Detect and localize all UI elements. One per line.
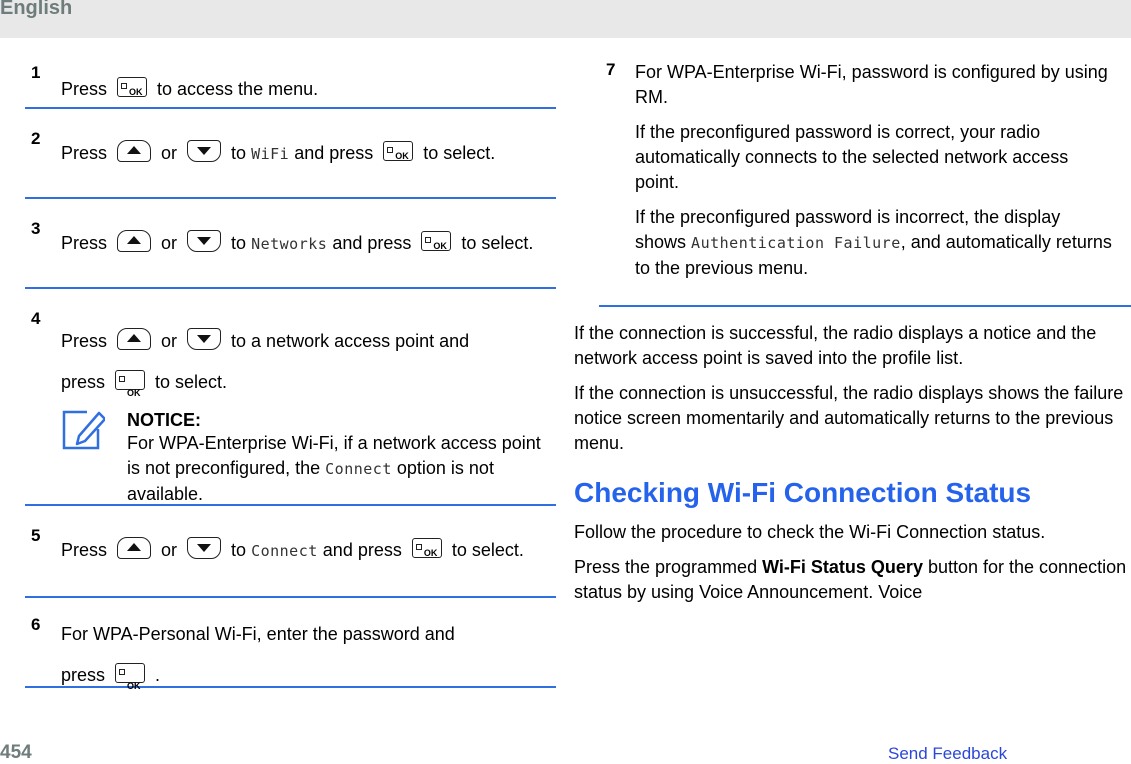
send-feedback-link[interactable]: Send Feedback (888, 744, 1007, 764)
step-number: 5 (31, 526, 41, 545)
step-text: to (231, 540, 247, 560)
step-number: 3 (31, 219, 41, 238)
step-text: to (231, 143, 247, 163)
menu-item-connect: Connect (325, 460, 392, 478)
down-arrow-key-icon (187, 140, 222, 163)
right-column: 7 For WPA-Enterprise Wi-Fi, password is … (574, 60, 1131, 615)
section-heading: Checking Wi-Fi Connection Status (574, 477, 1032, 508)
step-text: or (161, 331, 178, 351)
notice-pencil-icon (61, 409, 107, 456)
up-arrow-key-icon (117, 537, 152, 560)
step-text: to a network access point and (231, 331, 470, 351)
step-text: to select. (155, 372, 228, 392)
step-5: 5 Press or to Connect and press OK to select… (25, 506, 556, 598)
step-text: to select. (423, 143, 496, 163)
up-arrow-key-icon (117, 230, 152, 253)
ok-menu-key-icon: OK (411, 538, 442, 559)
paragraph-failure: If the connection is unsuccessful, the r… (574, 383, 1124, 453)
step-4: 4 Press or to a network access point and p… (25, 289, 556, 506)
step-text: Press (61, 331, 108, 351)
step-7: 7 For WPA-Enterprise Wi-Fi, password is … (574, 60, 1113, 281)
notice-box: NOTICE: For WPA-Enterprise Wi-Fi, if a n… (61, 409, 556, 507)
step-text: For WPA-Personal Wi-Fi, enter the passwo… (61, 624, 455, 644)
up-arrow-key-icon (117, 140, 152, 163)
up-arrow-key-icon (117, 328, 152, 351)
menu-item-networks: Networks (251, 235, 328, 253)
down-arrow-key-icon (187, 230, 222, 253)
ok-menu-key-icon: OK (115, 663, 146, 691)
step-6: 6 For WPA-Personal Wi-Fi, enter the pass… (25, 598, 556, 691)
menu-item-wifi: WiFi (251, 145, 290, 163)
paragraph-text: Press the programmed (574, 557, 758, 577)
step-text: and press (332, 233, 412, 253)
step-number: 4 (31, 309, 41, 328)
step-text: For WPA-Enterprise Wi-Fi, password is co… (635, 62, 1108, 107)
step-text: press (61, 372, 106, 392)
menu-item-connect: Connect (251, 542, 318, 560)
ok-menu-key-icon: OK (421, 231, 452, 252)
step-text: or (161, 233, 178, 253)
step-text: Press (61, 79, 108, 99)
step-text: and press (294, 143, 374, 163)
step-text: Press (61, 233, 108, 253)
ok-menu-key-icon: OK (117, 77, 148, 98)
section-divider (599, 305, 1131, 307)
paragraph-success: If the connection is successful, the rad… (574, 323, 1097, 368)
header-bar: English (0, 0, 1131, 38)
page-number: 454 (0, 742, 32, 763)
step-3: 3 Press or to Networks and press OK to selec… (25, 199, 556, 289)
paragraph-press: Press the programmed Wi-Fi Status Query … (574, 555, 1131, 605)
step-text: press (61, 665, 106, 685)
step-text: If the preconfigured password is correct… (635, 122, 1069, 192)
ok-menu-key-icon: OK (383, 141, 414, 162)
step-text: Press (61, 143, 108, 163)
step-number: 7 (606, 60, 616, 79)
step-text: and press (322, 540, 402, 560)
step-text: to (231, 233, 247, 253)
step-number: 6 (31, 615, 41, 634)
notice-title: NOTICE: (127, 410, 201, 430)
display-message-authentication-failure: Authentication Failure (691, 234, 901, 252)
step-text: to access the menu. (157, 79, 319, 99)
steps-list-left: 1 Press OK to access the menu. 2 Press or to… (25, 55, 556, 691)
paragraph-follow: Follow the procedure to check the Wi-Fi … (574, 522, 1046, 542)
step-text: or (161, 143, 178, 163)
step-1: 1 Press OK to access the menu. (25, 55, 556, 109)
step-2: 2 Press or to WiFi and press OK to select. (25, 109, 556, 199)
step-number: 1 (31, 63, 41, 82)
step-number: 2 (31, 129, 41, 148)
step-text: Press (61, 540, 108, 560)
language-label: English (0, 0, 73, 19)
down-arrow-key-icon (187, 537, 222, 560)
step-text: to select. (461, 233, 534, 253)
step-text: to select. (451, 540, 524, 560)
step-text: . (155, 665, 161, 685)
step-text: If the preconfigured password is incorre… (635, 205, 1113, 281)
button-name-wifi-status-query: Wi-Fi Status Query (762, 557, 923, 577)
down-arrow-key-icon (187, 328, 222, 351)
step-text: or (161, 540, 178, 560)
ok-menu-key-icon: OK (115, 370, 146, 398)
